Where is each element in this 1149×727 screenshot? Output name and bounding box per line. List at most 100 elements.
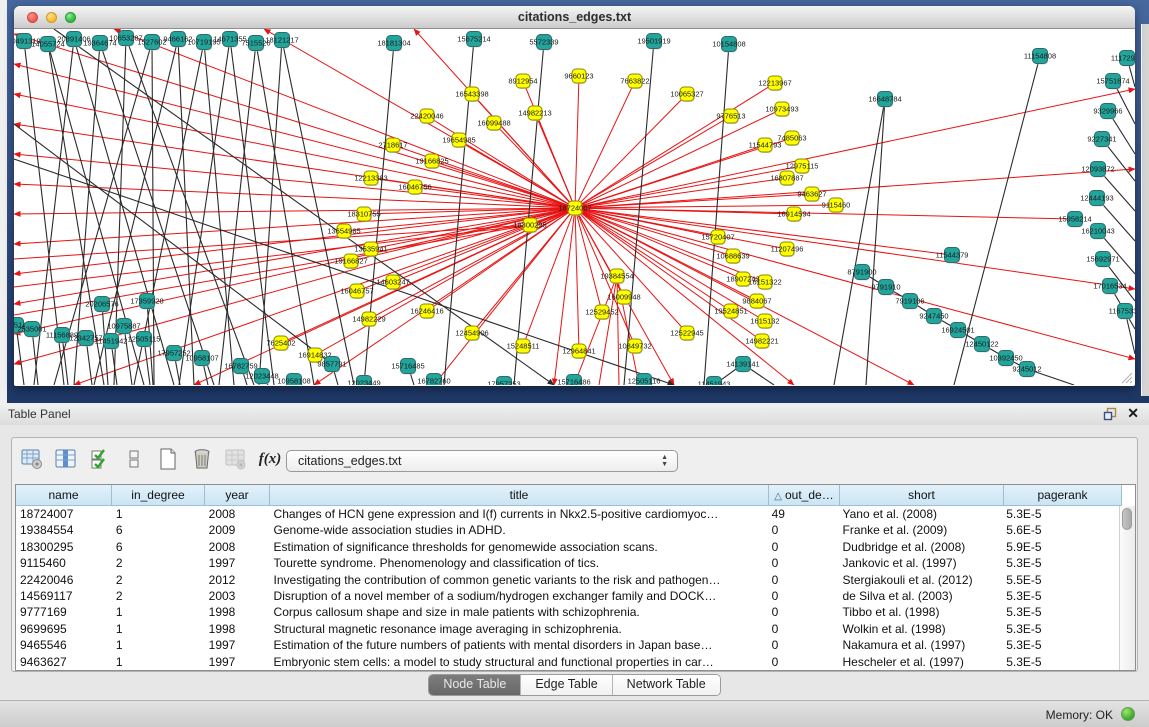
graph-node[interactable]: 19501919 — [637, 34, 670, 50]
network-window-titlebar[interactable]: citations_edges.txt — [14, 6, 1135, 29]
graph-node[interactable]: 16914594 — [777, 207, 810, 222]
table-row[interactable]: 2242004622012Investigating the contribut… — [16, 572, 1120, 588]
graph-node[interactable]: 14139141 — [726, 357, 759, 373]
table-column-icon[interactable] — [54, 447, 78, 471]
graph-node[interactable]: 14982221 — [745, 334, 778, 349]
graph-node[interactable]: 5572339 — [529, 35, 558, 51]
graph-node[interactable]: 10154808 — [712, 37, 745, 53]
graph-node[interactable]: 14982213 — [518, 106, 551, 121]
graph-node[interactable]: 19524851 — [714, 304, 747, 319]
graph-node[interactable]: 12529452 — [585, 305, 618, 320]
graph-node[interactable]: 10975887 — [107, 319, 140, 335]
resize-grip-icon[interactable] — [1119, 370, 1133, 384]
graph-node[interactable]: 2718617 — [378, 138, 407, 153]
graph-node[interactable]: 19654985 — [442, 133, 475, 148]
graph-node[interactable]: 15958214 — [1058, 212, 1091, 228]
graph-node[interactable]: 11207496 — [771, 242, 804, 257]
graph-node[interactable]: 15716486 — [557, 375, 590, 386]
scrollbar-thumb[interactable] — [1122, 508, 1132, 530]
graph-node[interactable]: 9115460 — [822, 198, 851, 213]
graph-node[interactable]: 10958108 — [277, 374, 310, 386]
table-selector-dropdown[interactable]: citations_edges.txt ▲▼ — [286, 450, 678, 472]
table-row[interactable]: 1830029562008Estimation of significance … — [16, 539, 1120, 555]
graph-node[interactable]: 16046757 — [340, 284, 373, 299]
graph-node[interactable]: 15248511 — [507, 339, 540, 354]
graph-node[interactable]: 12522945 — [670, 326, 703, 341]
graph-node[interactable]: 11451942 — [95, 334, 128, 350]
graph-node[interactable]: 8912954 — [508, 74, 537, 89]
graph-node[interactable]: 12093872 — [1081, 162, 1114, 178]
delete-table-icon[interactable] — [190, 447, 214, 471]
column-header-short[interactable]: short — [840, 485, 1004, 506]
tab-network-table[interactable]: Network Table — [613, 675, 720, 695]
graph-node[interactable]: 16782760 — [417, 374, 450, 386]
graph-node[interactable]: 15692971 — [1086, 252, 1119, 268]
graph-node[interactable]: 18310755 — [347, 207, 380, 222]
graph-node[interactable]: 15751874 — [1096, 74, 1129, 90]
tab-node-table[interactable]: Node Table — [429, 675, 521, 695]
graph-node[interactable]: 9227341 — [1087, 132, 1116, 148]
unselect-rows-icon[interactable] — [122, 447, 146, 471]
graph-node[interactable]: 10688639 — [716, 249, 749, 264]
table-row[interactable]: 911546021997Tourette syndrome. Phenomeno… — [16, 555, 1120, 571]
function-builder-icon[interactable]: f(x) — [258, 447, 282, 471]
table-row[interactable]: 977716911998Corpus callosum shape and si… — [16, 604, 1120, 620]
graph-node[interactable]: 10958107 — [185, 351, 218, 367]
graph-node[interactable]: 9329966 — [1093, 104, 1122, 120]
graph-node[interactable]: 7663822 — [620, 74, 649, 89]
graph-node[interactable]: 14982229 — [352, 312, 385, 327]
table-row[interactable]: 1456911722003Disruption of a novel membe… — [16, 588, 1120, 604]
graph-node[interactable]: 12454906 — [455, 326, 488, 341]
graph-node[interactable]: 15675214 — [457, 32, 490, 48]
graph-node[interactable]: 14603247 — [376, 275, 409, 290]
import-table-icon[interactable] — [224, 447, 248, 471]
table-row[interactable]: 946554611997Estimation of the future num… — [16, 637, 1120, 653]
graph-node[interactable]: 9660123 — [564, 69, 593, 84]
graph-node[interactable]: 11154808 — [1024, 49, 1056, 65]
table-row[interactable]: 1938455462009Genome-wide association stu… — [16, 522, 1120, 538]
column-header-title[interactable]: title — [270, 485, 769, 506]
graph-node[interactable]: 2535001 — [17, 322, 46, 338]
close-panel-icon[interactable]: ✕ — [1127, 405, 1139, 422]
graph-node[interactable]: 16210043 — [1081, 224, 1114, 240]
graph-node[interactable]: 15720407 — [701, 230, 734, 245]
graph-node[interactable]: 16543398 — [455, 87, 488, 102]
network-canvas[interactable]: 1872400718300295193845541691459411207496… — [14, 29, 1135, 385]
new-table-icon[interactable] — [156, 447, 180, 471]
graph-node[interactable]: 12444193 — [1080, 191, 1113, 207]
select-all-icon[interactable] — [88, 447, 112, 471]
graph-node[interactable]: 11451943 — [698, 377, 731, 386]
graph-node[interactable]: 11675334 — [1109, 304, 1135, 320]
graph-node[interactable]: 1615132 — [750, 314, 779, 329]
graph-node[interactable]: 7485063 — [777, 131, 806, 146]
graph-node[interactable]: 22420046 — [410, 109, 443, 124]
graph-node[interactable]: 9857791 — [317, 357, 346, 373]
column-header-name[interactable]: name — [16, 485, 112, 506]
graph-node[interactable]: 7625402 — [266, 336, 295, 351]
tab-edge-table[interactable]: Edge Table — [521, 675, 612, 695]
table-row[interactable]: 1872400712008Changes of HCN gene express… — [16, 506, 1120, 522]
graph-node[interactable]: 19384554 — [600, 269, 633, 284]
graph-node[interactable]: 10065327 — [670, 87, 703, 102]
graph-node[interactable]: 17957253 — [487, 377, 520, 386]
table-settings-icon[interactable] — [20, 447, 44, 471]
graph-node[interactable]: 15716485 — [391, 359, 424, 375]
graph-node[interactable]: 11172953 — [1111, 51, 1135, 67]
graph-node[interactable]: 18181304 — [377, 36, 410, 52]
table-row[interactable]: 946362711997Embryonic stem cells: a mode… — [16, 654, 1120, 670]
table-row[interactable]: 969969511998Structural magnetic resonanc… — [16, 621, 1120, 637]
graph-node[interactable]: 20206576 — [85, 297, 118, 313]
graph-node[interactable]: 12213967 — [758, 76, 791, 91]
graph-node[interactable]: 16924501 — [941, 323, 974, 339]
graph-node[interactable]: 12213383 — [354, 171, 387, 186]
graph-node[interactable]: 9245012 — [1012, 362, 1041, 378]
column-header-pagerank[interactable]: pagerank — [1004, 485, 1122, 506]
float-panel-icon[interactable] — [1103, 407, 1117, 421]
graph-node[interactable]: 16648784 — [868, 92, 901, 108]
graph-node[interactable]: 12505116 — [628, 374, 661, 386]
column-header-out_de[interactable]: △out_de… — [769, 485, 840, 506]
graph-node[interactable]: 17016534 — [1093, 279, 1126, 295]
graph-node[interactable]: 10849732 — [618, 339, 651, 354]
graph-node[interactable]: 16099488 — [477, 116, 510, 131]
column-header-in_degree[interactable]: in_degree — [112, 485, 205, 506]
